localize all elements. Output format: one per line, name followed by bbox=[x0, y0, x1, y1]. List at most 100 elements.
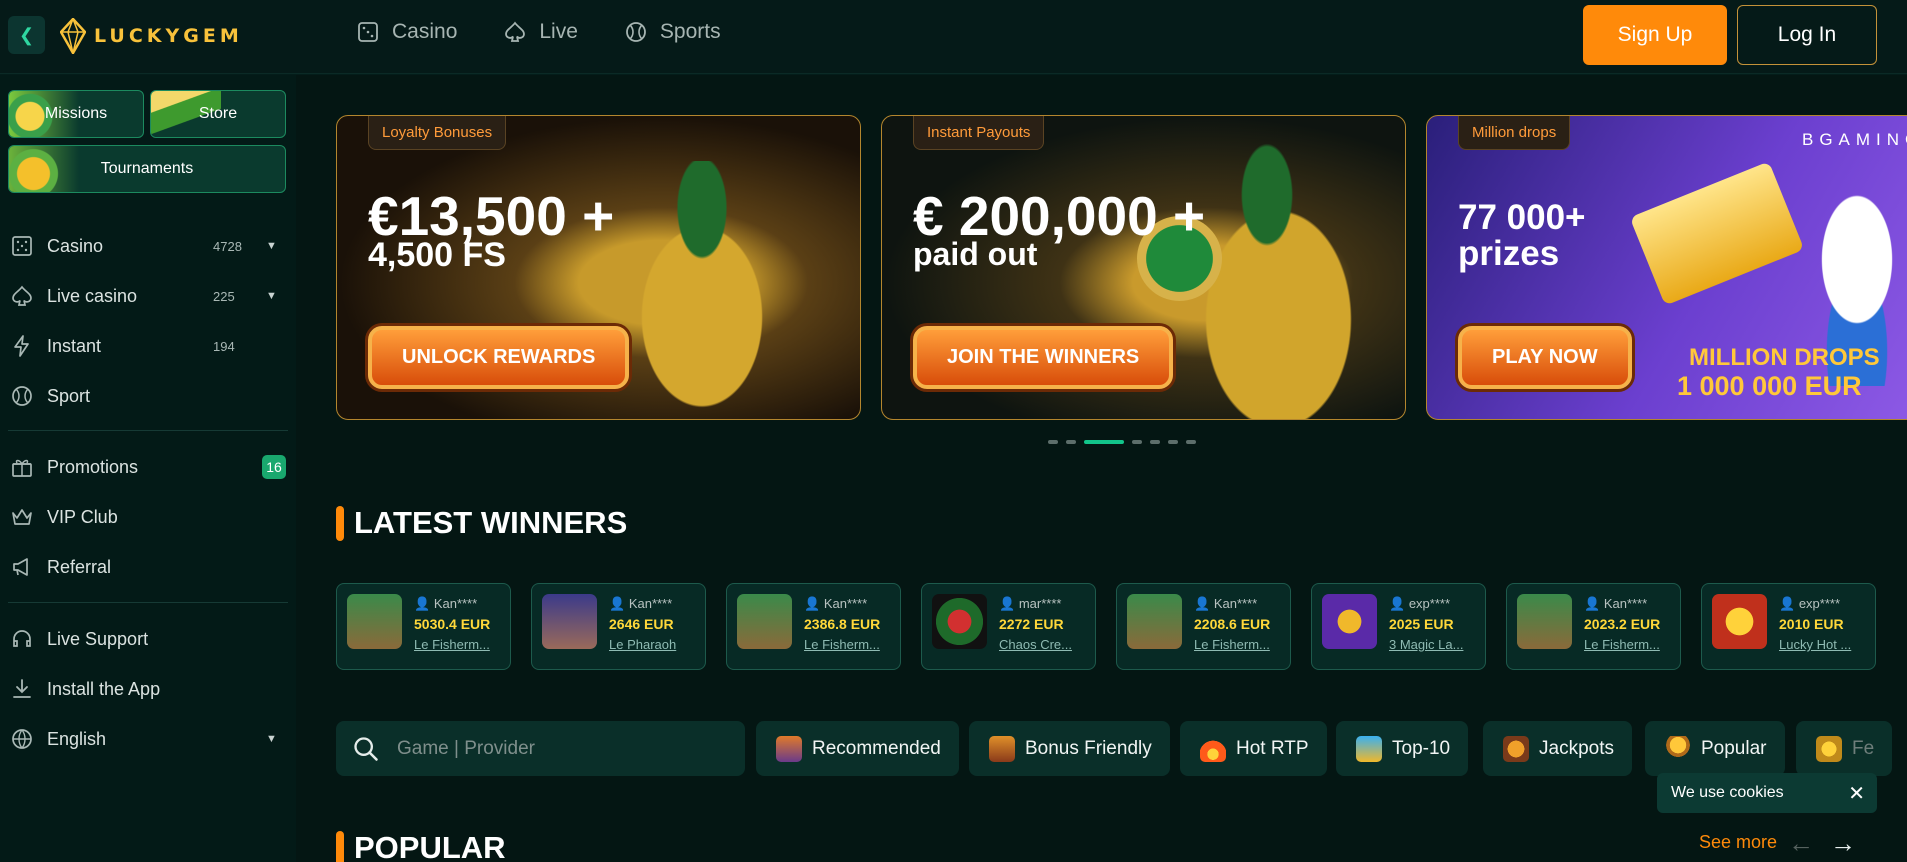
carousel-dot[interactable] bbox=[1132, 440, 1142, 444]
sidebar-item-live-support[interactable]: Live Support bbox=[0, 617, 296, 661]
see-more-link[interactable]: See more bbox=[1699, 832, 1777, 853]
winner-user: 👤 Kan**** bbox=[609, 596, 672, 612]
sidebar-divider bbox=[8, 430, 288, 431]
missions-tile[interactable]: Missions bbox=[8, 90, 144, 138]
topnav-label: Live bbox=[539, 20, 578, 43]
topnav-casino[interactable]: Casino bbox=[356, 20, 457, 44]
category-bonus-friendly[interactable]: Bonus Friendly bbox=[969, 721, 1170, 776]
caret-down-icon[interactable]: ▼ bbox=[266, 290, 277, 302]
megaphone-icon bbox=[13, 558, 28, 576]
user-icon: 👤 bbox=[609, 596, 629, 611]
carousel-dot[interactable] bbox=[1186, 440, 1196, 444]
winner-amount: 2010 EUR bbox=[1779, 616, 1844, 632]
banner-headline: 77 000+ bbox=[1458, 198, 1586, 237]
sidebar-item-label: English bbox=[47, 728, 107, 749]
carousel-dot[interactable] bbox=[1168, 440, 1178, 444]
sidebar-item-instant[interactable]: Instant 194 bbox=[0, 324, 296, 368]
sidebar-item-live-casino[interactable]: Live casino 225 ▼ bbox=[0, 274, 296, 318]
carousel-dot[interactable] bbox=[1066, 440, 1076, 444]
treasure-chest-icon bbox=[989, 735, 1015, 762]
category-label: Fe bbox=[1852, 737, 1875, 759]
winner-game-link[interactable]: Le Fisherm... bbox=[1584, 637, 1676, 652]
winner-amount: 2023.2 EUR bbox=[1584, 616, 1661, 632]
banner-million-drops[interactable]: Million drops BGAMING 77 000+ prizes PLA… bbox=[1426, 115, 1907, 420]
category-label: Top-10 bbox=[1392, 737, 1451, 759]
winner-game-link[interactable]: Chaos Cre... bbox=[999, 637, 1091, 652]
winner-card[interactable]: 👤 exp**** 2025 EUR 3 Magic La... bbox=[1311, 583, 1486, 670]
winner-game-link[interactable]: Le Fisherm... bbox=[804, 637, 896, 652]
banner-instant-payouts[interactable]: Instant Payouts € 200,000 + paid out JOI… bbox=[881, 115, 1406, 420]
sidebar-item-label: Sport bbox=[47, 385, 91, 406]
user-icon: 👤 bbox=[999, 596, 1019, 611]
sidebar-item-install-app[interactable]: Install the App bbox=[0, 667, 296, 711]
winner-card[interactable]: 👤 Kan**** 2208.6 EUR Le Fisherm... bbox=[1116, 583, 1291, 670]
banner-tag: Million drops bbox=[1458, 116, 1571, 150]
carousel-dot[interactable] bbox=[1150, 440, 1160, 444]
sidebar-item-promotions[interactable]: Promotions 16 bbox=[0, 445, 296, 489]
winner-user: 👤 Kan**** bbox=[1584, 596, 1647, 612]
banner-tag: Loyalty Bonuses bbox=[368, 116, 507, 150]
recommended-icon bbox=[776, 735, 802, 762]
play-now-button[interactable]: PLAY NOW bbox=[1458, 326, 1632, 389]
category-jackpots[interactable]: Jackpots bbox=[1483, 721, 1632, 776]
join-the-winners-button[interactable]: JOIN THE WINNERS bbox=[913, 326, 1174, 389]
winner-card[interactable]: 👤 Kan**** 2023.2 EUR Le Fisherm... bbox=[1506, 583, 1681, 670]
tournaments-tile[interactable]: Tournaments bbox=[8, 145, 286, 193]
logo[interactable]: LUCKYGEM bbox=[60, 18, 243, 54]
unlock-rewards-button[interactable]: UNLOCK REWARDS bbox=[368, 326, 630, 389]
winner-amount: 5030.4 EUR bbox=[414, 616, 491, 632]
sidebar-item-sport[interactable]: Sport bbox=[0, 374, 296, 418]
winner-username: Kan**** bbox=[1213, 596, 1258, 611]
winner-game-link[interactable]: Le Fisherm... bbox=[414, 637, 506, 652]
winner-card[interactable]: 👤 exp**** 2010 EUR Lucky Hot ... bbox=[1701, 583, 1876, 670]
winner-card[interactable]: 👤 Kan**** 2386.8 EUR Le Fisherm... bbox=[726, 583, 901, 670]
winner-game-link[interactable]: 3 Magic La... bbox=[1389, 637, 1481, 652]
sidebar-item-vip-club[interactable]: VIP Club bbox=[0, 495, 296, 539]
coins-icon bbox=[1816, 735, 1842, 762]
sidebar-item-referral[interactable]: Referral bbox=[0, 545, 296, 589]
carousel-dot[interactable] bbox=[1048, 440, 1058, 444]
winner-username: Kan**** bbox=[1603, 596, 1648, 611]
category-recommended[interactable]: Recommended bbox=[756, 721, 959, 776]
sidebar-item-label: Referral bbox=[47, 556, 112, 577]
banner-loyalty[interactable]: Loyalty Bonuses €13,500 + 4,500 FS UNLOC… bbox=[336, 115, 861, 420]
promotions-count-badge: 16 bbox=[262, 455, 286, 479]
store-tile[interactable]: Store bbox=[150, 90, 286, 138]
gem-icon bbox=[60, 18, 86, 54]
winner-game-link[interactable]: Le Pharaoh bbox=[609, 637, 701, 652]
sidebar-item-count: 4728 bbox=[213, 238, 242, 254]
game-thumbnail bbox=[932, 594, 987, 649]
category-featured[interactable]: Fe bbox=[1796, 721, 1893, 776]
tile-label: Missions bbox=[44, 105, 108, 122]
winner-game-link[interactable]: Le Fisherm... bbox=[1194, 637, 1286, 652]
winner-card[interactable]: 👤 Kan**** 5030.4 EUR Le Fisherm... bbox=[336, 583, 511, 670]
category-hot-rtp[interactable]: Hot RTP bbox=[1180, 721, 1327, 776]
topnav-sports[interactable]: Sports bbox=[624, 20, 721, 44]
winner-user: 👤 exp**** bbox=[1779, 596, 1840, 612]
sidebar-item-language[interactable]: English ▼ bbox=[0, 717, 296, 761]
carousel-dot-active[interactable] bbox=[1084, 440, 1124, 444]
close-icon[interactable]: ✕ bbox=[1848, 781, 1865, 806]
banner-subheadline: prizes bbox=[1458, 234, 1560, 273]
topnav-live[interactable]: Live bbox=[503, 20, 578, 44]
arrow-left-icon[interactable]: ← bbox=[1788, 828, 1814, 859]
log-in-button[interactable]: Log In bbox=[1737, 5, 1877, 65]
sidebar-item-count: 225 bbox=[213, 288, 235, 304]
winner-game-link[interactable]: Lucky Hot ... bbox=[1779, 637, 1871, 652]
game-thumbnail bbox=[737, 594, 792, 649]
caret-down-icon[interactable]: ▼ bbox=[266, 240, 277, 252]
fire-icon bbox=[1200, 735, 1226, 762]
search-input[interactable] bbox=[397, 737, 717, 760]
category-popular[interactable]: Popular bbox=[1645, 721, 1785, 776]
arrow-right-icon[interactable]: → bbox=[1830, 828, 1856, 859]
sidebar-item-casino[interactable]: Casino 4728 ▼ bbox=[0, 224, 296, 268]
winner-card[interactable]: 👤 Kan**** 2646 EUR Le Pharaoh bbox=[531, 583, 706, 670]
sign-up-button[interactable]: Sign Up bbox=[1583, 5, 1727, 65]
back-button[interactable]: ❮ bbox=[8, 16, 45, 54]
jackpot-icon bbox=[1503, 735, 1529, 762]
caret-down-icon[interactable]: ▼ bbox=[266, 733, 277, 745]
user-icon: 👤 bbox=[1584, 596, 1604, 611]
winner-card[interactable]: 👤 mar**** 2272 EUR Chaos Cre... bbox=[921, 583, 1096, 670]
category-top-10[interactable]: Top-10 bbox=[1336, 721, 1469, 776]
category-label: Popular bbox=[1701, 737, 1767, 759]
